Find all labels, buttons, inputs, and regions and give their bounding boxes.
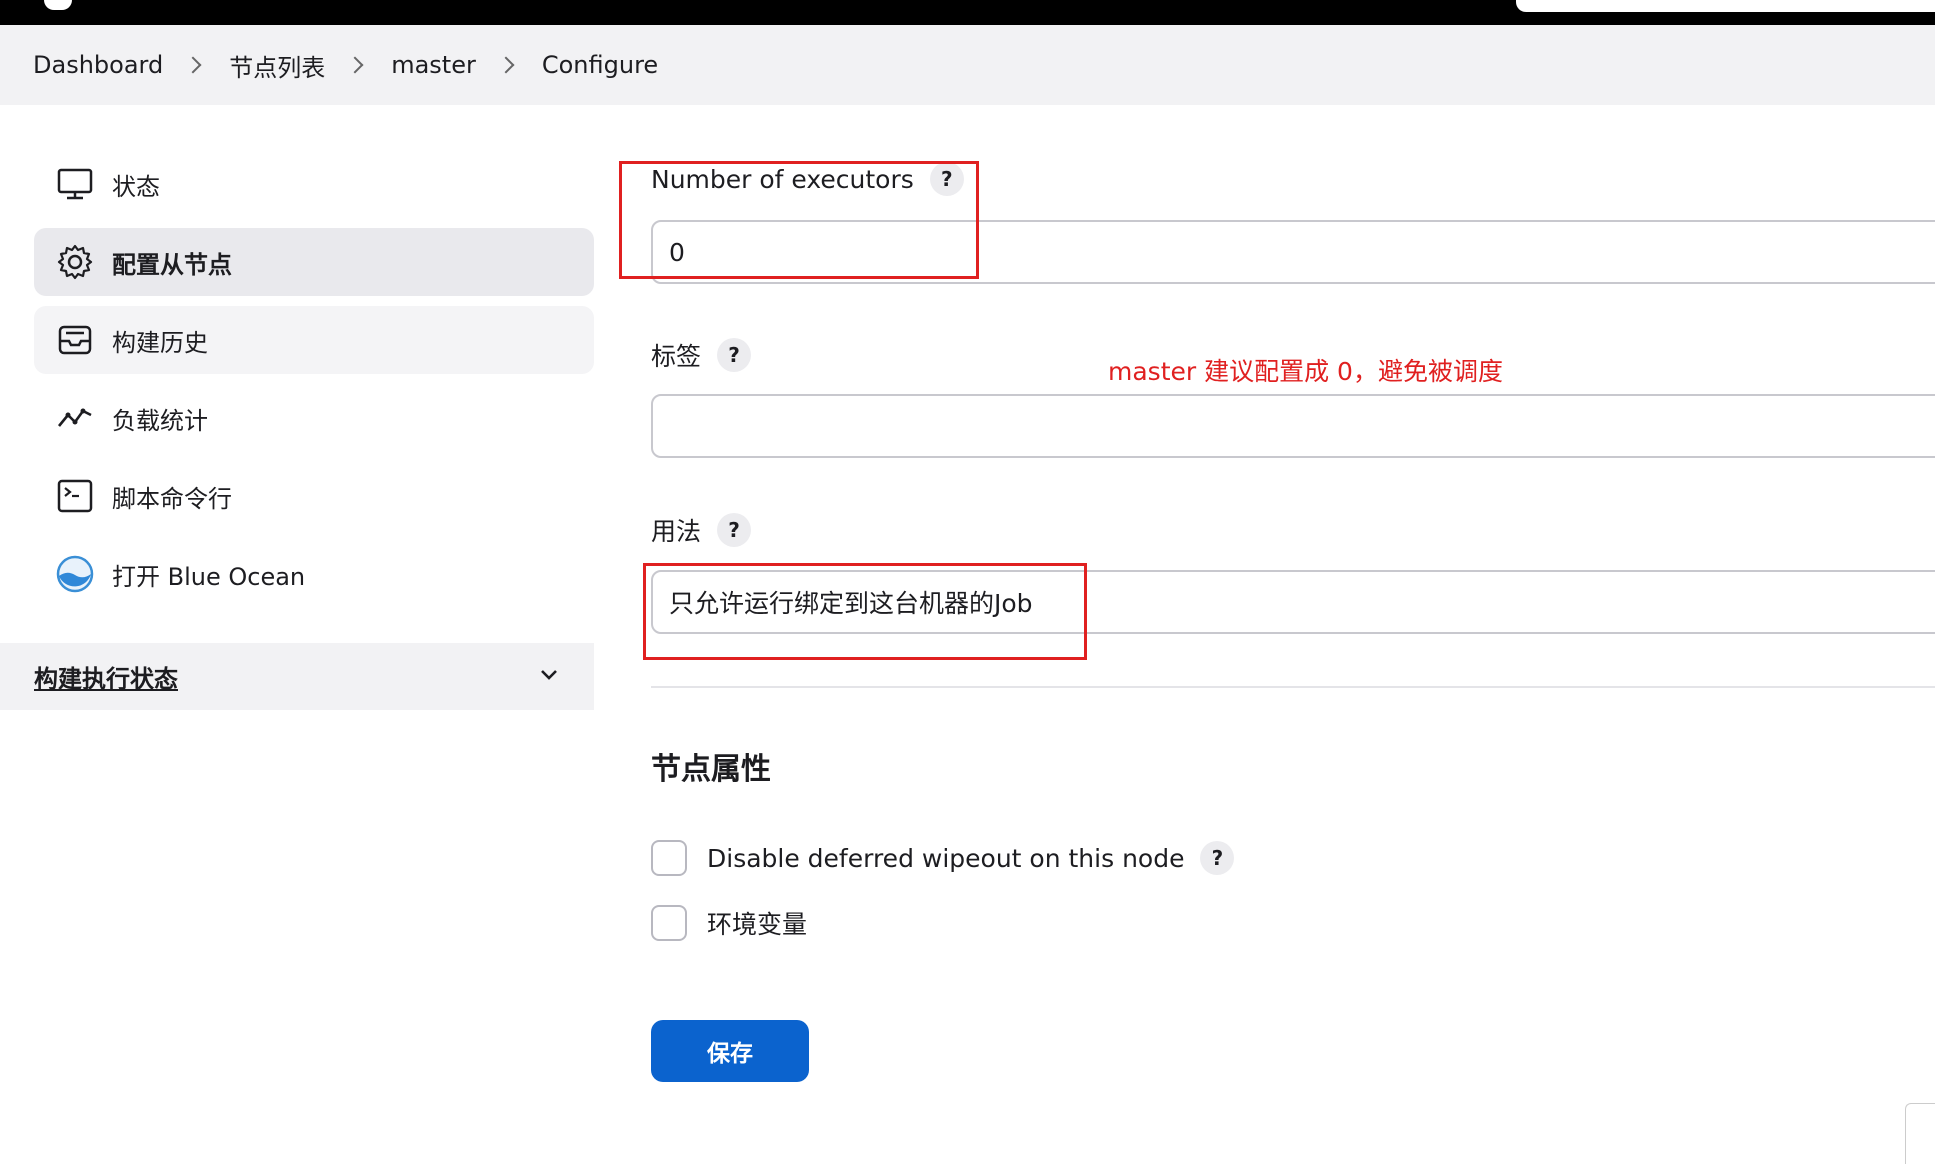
sidebar-item-build-history[interactable]: 构建历史 xyxy=(34,306,594,374)
sidebar-item-label: 状态 xyxy=(112,172,160,201)
annotation-box-usage xyxy=(643,563,1087,660)
sidebar-item-load-statistics[interactable]: 负载统计 xyxy=(34,384,594,452)
monitor-icon xyxy=(56,165,94,203)
disable-wipeout-checkbox[interactable] xyxy=(651,840,687,876)
breadcrumb-node-list[interactable]: 节点列表 xyxy=(229,48,325,83)
disable-wipeout-row[interactable]: Disable deferred wipeout on this node ? xyxy=(651,840,1235,876)
inbox-icon xyxy=(56,321,94,359)
breadcrumb-configure[interactable]: Configure xyxy=(542,51,658,79)
trend-line-icon xyxy=(56,399,94,437)
help-icon[interactable]: ? xyxy=(1200,841,1235,875)
chevron-down-icon[interactable] xyxy=(538,664,560,690)
sidebar-item-label: 打开 Blue Ocean xyxy=(112,562,306,591)
sidebar-item-status[interactable]: 状态 xyxy=(34,150,594,218)
env-vars-row[interactable]: 环境变量 xyxy=(651,905,807,941)
terminal-icon xyxy=(56,477,94,515)
save-button[interactable]: 保存 xyxy=(651,1020,809,1082)
env-vars-label[interactable]: 环境变量 xyxy=(707,905,807,941)
chevron-right-icon xyxy=(497,56,515,74)
gear-icon xyxy=(56,243,94,281)
sidebar-item-configure-node[interactable]: 配置从节点 xyxy=(34,228,594,296)
env-vars-checkbox[interactable] xyxy=(651,905,687,941)
node-properties-title: 节点属性 xyxy=(651,752,771,787)
breadcrumb-dashboard[interactable]: Dashboard xyxy=(33,51,163,79)
corner-widget xyxy=(1905,1103,1935,1164)
labels-label-text: 标签 xyxy=(651,342,702,371)
chevron-right-icon xyxy=(184,56,202,74)
help-icon[interactable]: ? xyxy=(717,338,752,372)
help-icon[interactable]: ? xyxy=(717,513,752,547)
labels-input[interactable] xyxy=(651,394,1935,458)
breadcrumb: Dashboard 节点列表 master Configure xyxy=(0,25,1935,105)
jenkins-logo[interactable] xyxy=(44,0,72,10)
labels-field-label: 标签 ? xyxy=(651,337,752,373)
executor-status-label[interactable]: 构建执行状态 xyxy=(34,659,178,694)
blue-ocean-icon xyxy=(56,555,94,593)
executor-status-section[interactable]: 构建执行状态 xyxy=(0,643,594,710)
search-box[interactable] xyxy=(1516,0,1935,12)
annotation-text: master 建议配置成 0，避免被调度 xyxy=(1108,357,1503,386)
chevron-right-icon xyxy=(346,56,364,74)
sidebar-item-label: 配置从节点 xyxy=(112,250,232,279)
section-divider xyxy=(651,686,1935,688)
sidebar-item-label: 脚本命令行 xyxy=(112,484,232,513)
usage-field-label: 用法 ? xyxy=(651,512,752,548)
sidebar-item-script-console[interactable]: 脚本命令行 xyxy=(34,462,594,530)
top-header-bar xyxy=(0,0,1935,25)
sidebar-item-blue-ocean[interactable]: 打开 Blue Ocean xyxy=(34,540,594,608)
sidebar-item-label: 构建历史 xyxy=(112,328,208,357)
breadcrumb-master[interactable]: master xyxy=(391,51,476,79)
sidebar-item-label: 负载统计 xyxy=(112,406,208,435)
usage-label-text: 用法 xyxy=(651,517,702,546)
annotation-box-executors xyxy=(619,161,979,279)
disable-wipeout-label[interactable]: Disable deferred wipeout on this node xyxy=(707,844,1184,873)
